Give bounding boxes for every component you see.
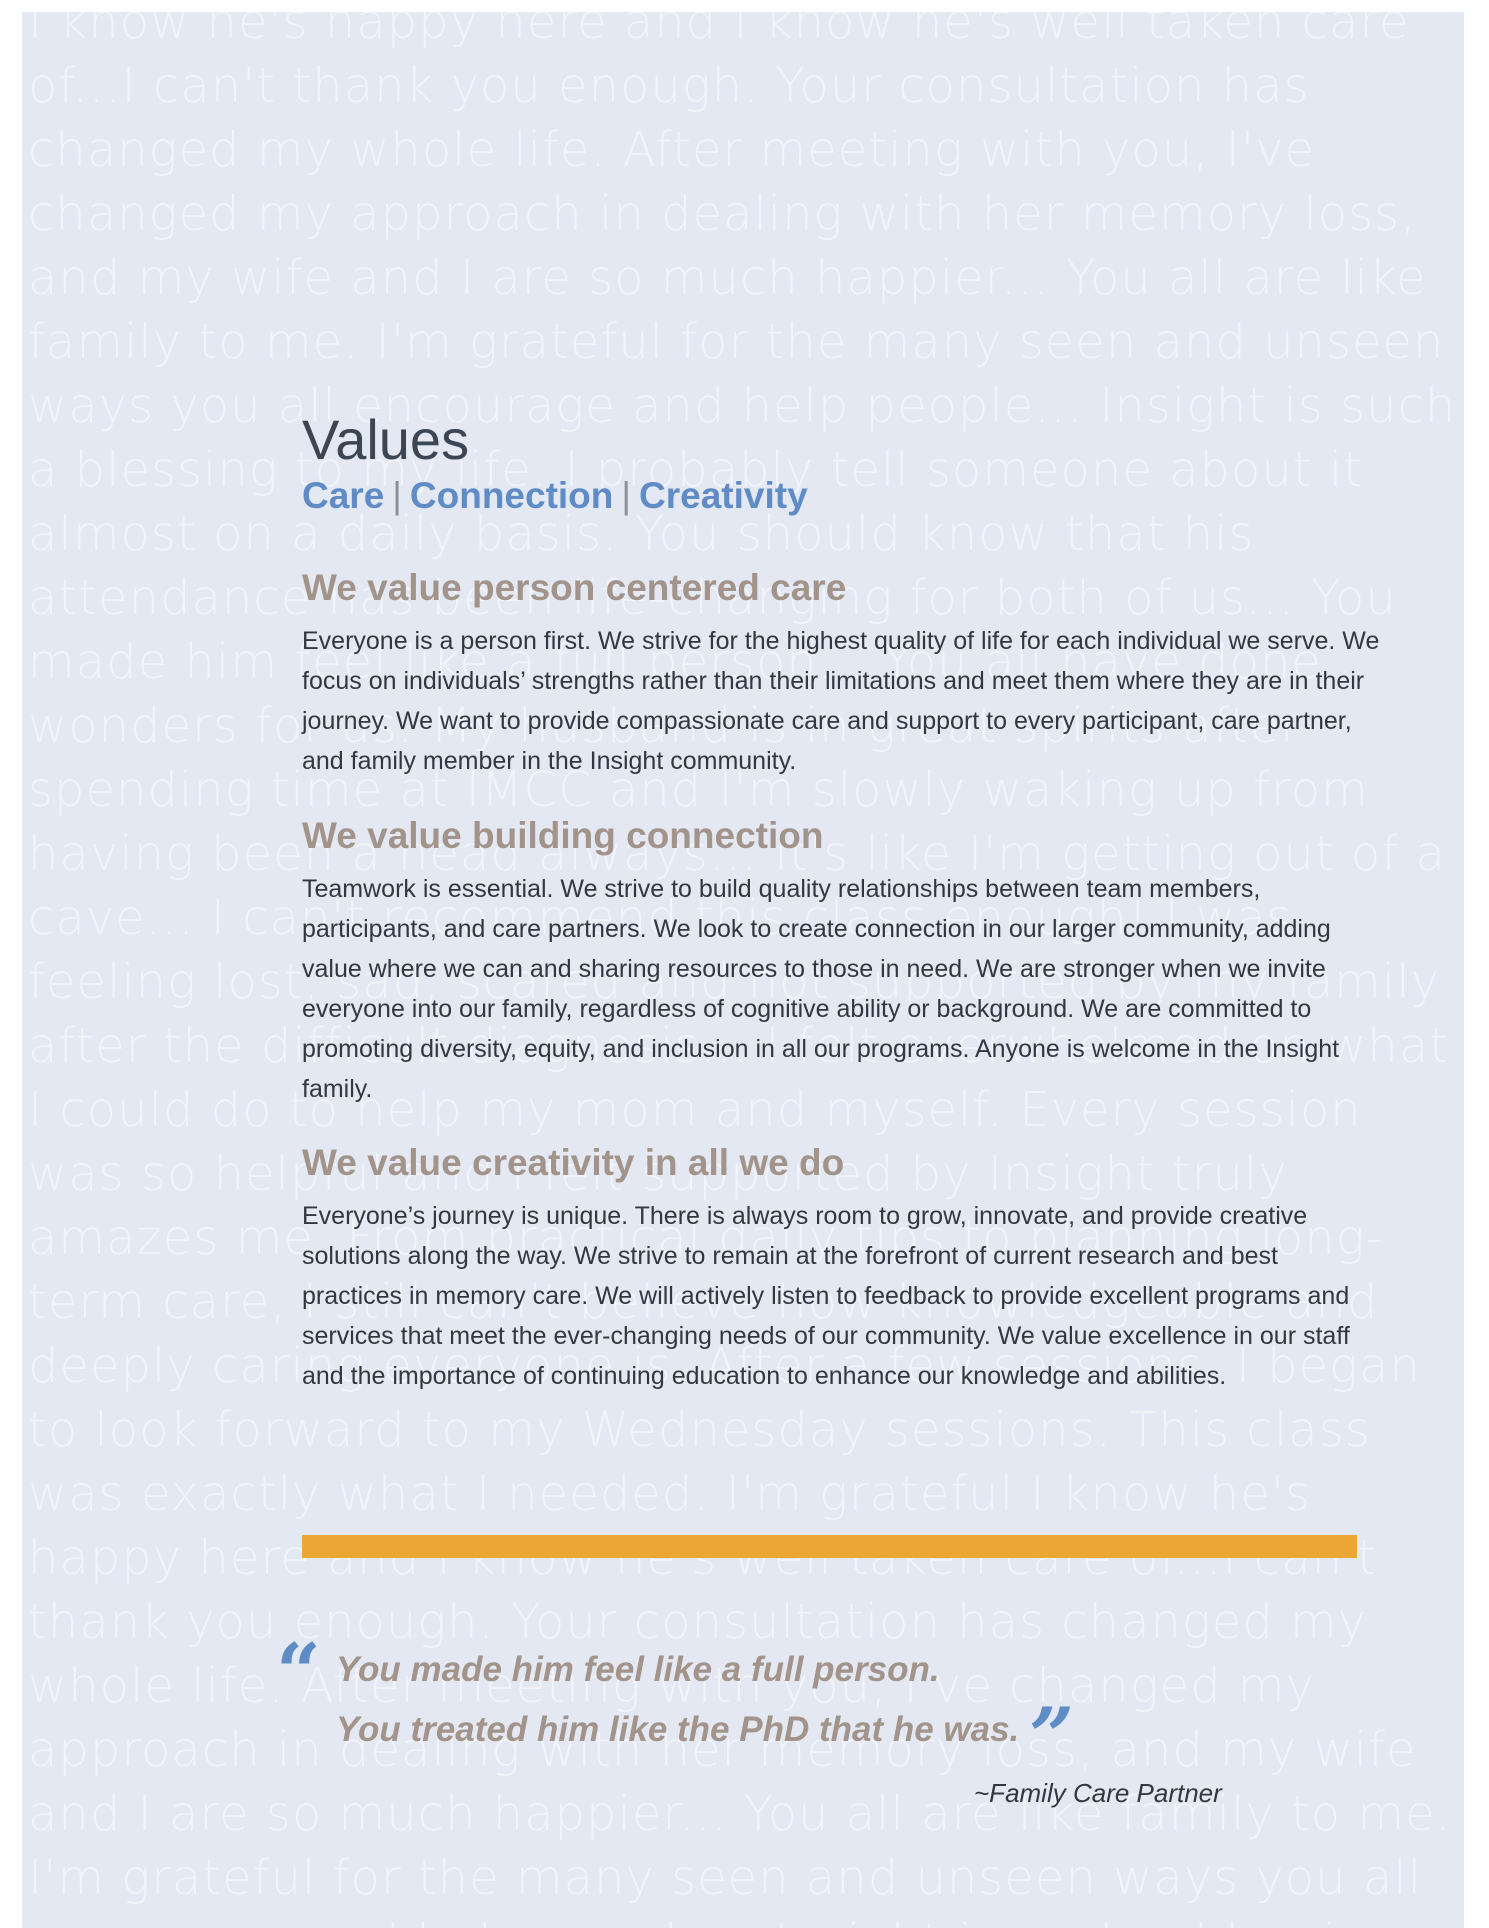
subtitle-connection: Connection <box>409 475 614 516</box>
section-building-connection: We value building connection Teamwork is… <box>302 815 1380 1109</box>
section-body: Teamwork is essential. We strive to buil… <box>302 874 1340 1103</box>
quote-text: You made him feel like a full person. Yo… <box>336 1642 1074 1776</box>
quote-attribution: ~Family Care Partner <box>974 1778 1222 1808</box>
subtitle-care: Care <box>302 475 385 516</box>
values-header: Values Care | Connection | Creativity <box>302 412 1380 517</box>
quote-line-2: You treated him like the PhD that he was… <box>336 1698 1074 1776</box>
page-title: Values <box>302 408 470 471</box>
section-heading: We value person centered care <box>302 567 847 608</box>
open-quote-icon: “ <box>276 1627 321 1718</box>
close-quote-icon: ” <box>1029 1691 1075 1782</box>
quote-line-2-text: You treated him like the PhD that he was… <box>336 1710 1020 1749</box>
orange-divider <box>302 1535 1357 1558</box>
section-body: Everyone is a person first. We strive fo… <box>302 626 1380 775</box>
section-creativity: We value creativity in all we do Everyon… <box>302 1142 1380 1396</box>
subtitle-separator: | <box>621 475 632 516</box>
quote-line-1: You made him feel like a full person. <box>336 1650 940 1689</box>
section-heading: We value creativity in all we do <box>302 1142 845 1183</box>
values-subtitle: Care | Connection | Creativity <box>302 475 1380 517</box>
section-person-centered-care: We value person centered care Everyone i… <box>302 567 1380 781</box>
section-body: Everyone’s journey is unique. There is a… <box>302 1201 1350 1390</box>
subtitle-separator: | <box>392 475 402 516</box>
section-heading: We value building connection <box>302 815 824 856</box>
subtitle-creativity: Creativity <box>639 475 808 516</box>
